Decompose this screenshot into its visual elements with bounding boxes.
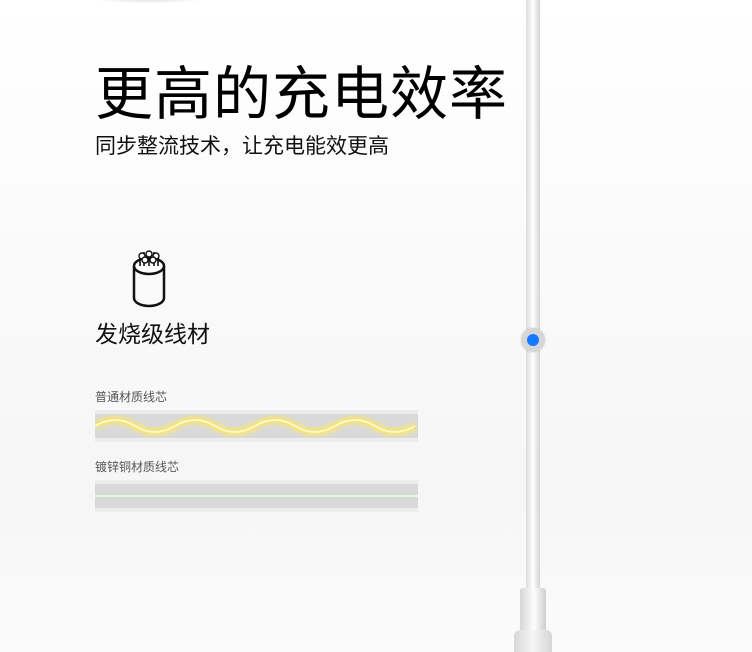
- copper-core-line: [95, 493, 418, 499]
- wire-bundle-icon: [132, 250, 166, 308]
- copper-core-strip: [95, 480, 418, 512]
- cable-plug-base: [514, 630, 552, 652]
- normal-core-wave: [95, 417, 417, 435]
- page-subtitle: 同步整流技术，让充电能效更高: [95, 134, 389, 158]
- normal-core-label: 普通材质线芯: [95, 390, 168, 404]
- feature-label: 发烧级线材: [95, 322, 210, 348]
- slider-dot: [527, 334, 539, 346]
- progress-slider-handle[interactable]: [521, 328, 545, 352]
- cable-track: [526, 0, 540, 600]
- copper-core-label: 镀锌铜材质线芯: [95, 460, 180, 474]
- top-shadow: [95, 0, 205, 4]
- page-title: 更高的充电效率: [95, 60, 509, 128]
- normal-core-strip: [95, 410, 418, 442]
